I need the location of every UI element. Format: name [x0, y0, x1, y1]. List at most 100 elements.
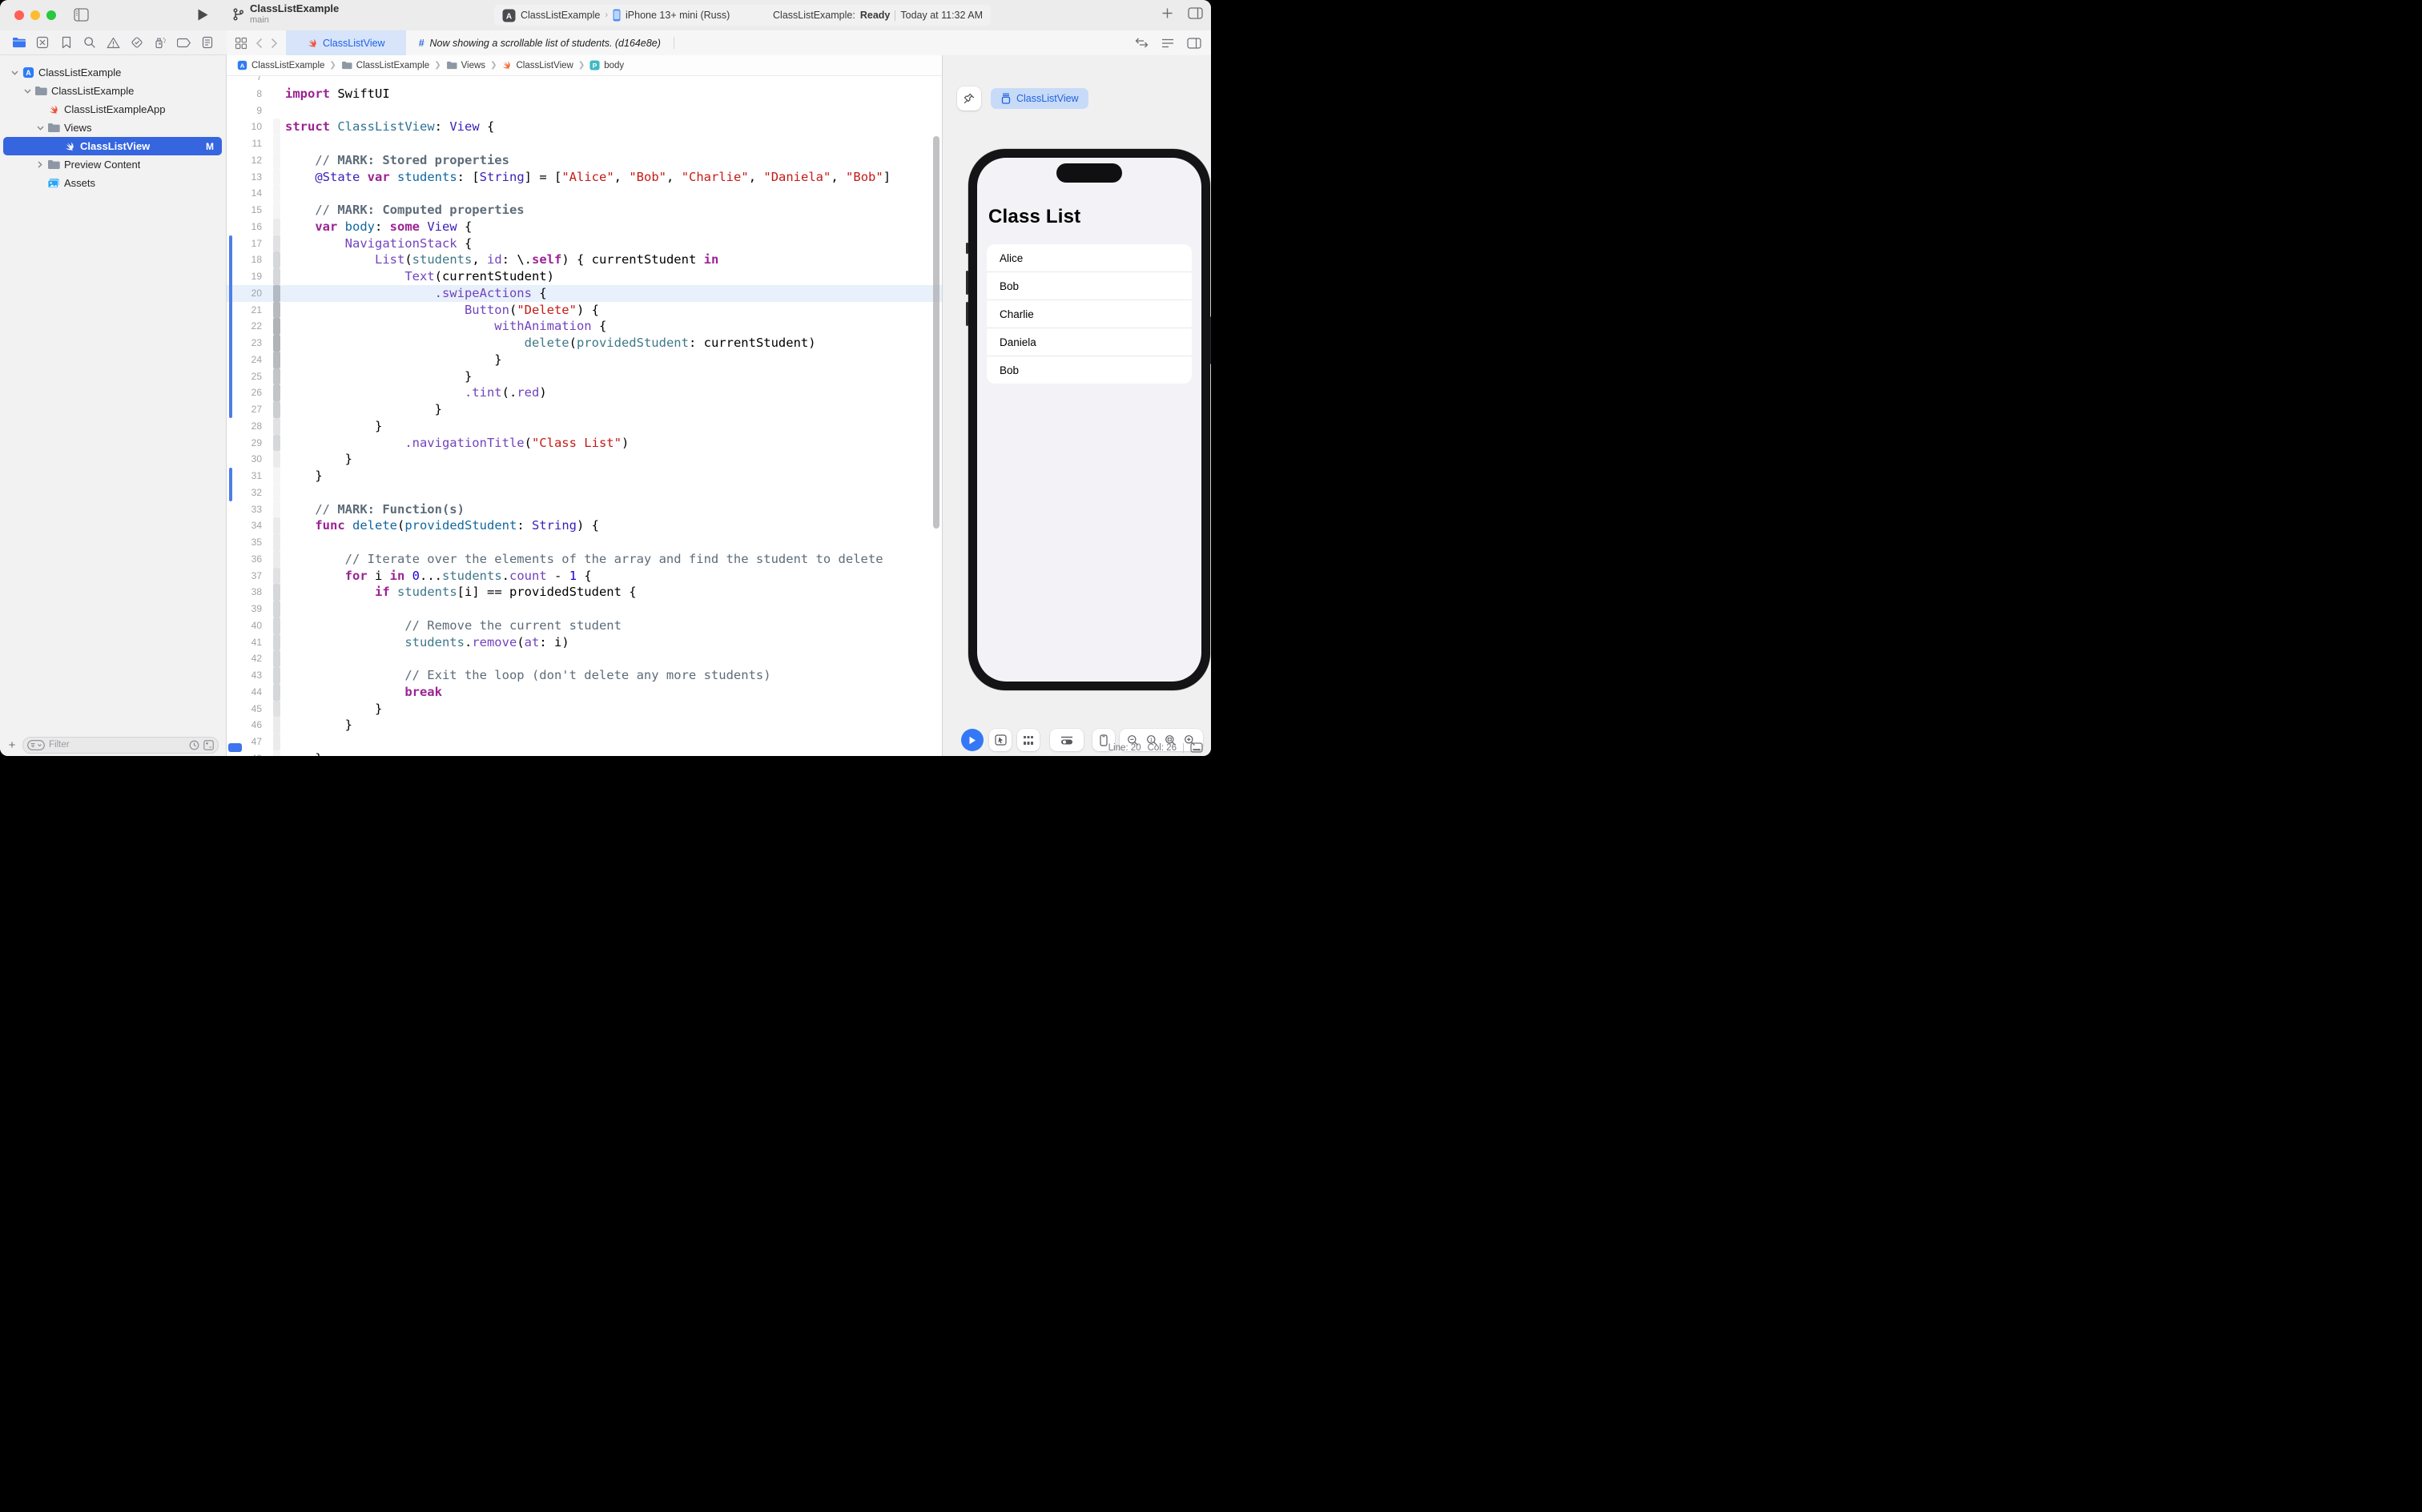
fold-ribbon[interactable]	[273, 517, 280, 534]
changes-filter-icon[interactable]	[203, 740, 214, 750]
line-number[interactable]: 9	[227, 103, 267, 119]
line-number[interactable]: 40	[227, 617, 267, 634]
sidebar-toggle-icon[interactable]	[74, 8, 89, 22]
source-change-bar[interactable]	[229, 468, 232, 501]
breadcrumb-project[interactable]: AClassListExample	[237, 60, 324, 70]
code-line-15[interactable]: 15 // MARK: Computed properties	[227, 202, 942, 219]
student-row[interactable]: Daniela	[987, 328, 1192, 356]
line-number[interactable]: 34	[227, 517, 267, 534]
file-tree-item-assets[interactable]: Assets	[0, 174, 225, 192]
breakpoints-navigator-icon[interactable]	[176, 34, 192, 50]
line-number[interactable]: 23	[227, 335, 267, 352]
student-row[interactable]: Bob	[987, 271, 1192, 300]
line-number[interactable]: 36	[227, 551, 267, 568]
code-line-32[interactable]: 32	[227, 485, 942, 501]
code-line-25[interactable]: 25 }	[227, 368, 942, 385]
fold-ribbon[interactable]	[273, 468, 280, 485]
code-line-36[interactable]: 36 // Iterate over the elements of the a…	[227, 551, 942, 568]
display-icon[interactable]	[1190, 742, 1203, 753]
breadcrumb-file[interactable]: ClassListView	[501, 60, 573, 70]
scheme-name[interactable]: ClassListExample	[521, 10, 600, 21]
tests-navigator-icon[interactable]	[129, 34, 145, 50]
code-line-38[interactable]: 38 if students[i] == providedStudent {	[227, 584, 942, 601]
line-number[interactable]: 7	[227, 76, 267, 86]
file-tree-item-views[interactable]: Views	[0, 119, 225, 137]
editor-scrollbar[interactable]	[933, 136, 939, 529]
code-line-47[interactable]: 47	[227, 734, 942, 750]
fold-ribbon[interactable]	[273, 601, 280, 617]
line-number[interactable]: 44	[227, 684, 267, 701]
code-line-14[interactable]: 14	[227, 185, 942, 202]
file-tree-item-preview-content[interactable]: Preview Content	[0, 155, 225, 174]
line-number[interactable]: 27	[227, 401, 267, 418]
chevron-right-icon[interactable]	[34, 161, 46, 168]
add-library-icon[interactable]	[1161, 7, 1173, 19]
fold-ribbon[interactable]	[273, 152, 280, 169]
code-line-19[interactable]: 19 Text(currentStudent)	[227, 268, 942, 285]
chevron-down-icon[interactable]	[21, 89, 34, 94]
code-line-42[interactable]: 42	[227, 650, 942, 667]
target-app-icon[interactable]: A	[502, 9, 516, 22]
fold-ribbon[interactable]	[273, 584, 280, 601]
fold-ribbon[interactable]	[273, 650, 280, 667]
code-line-43[interactable]: 43 // Exit the loop (don't delete any mo…	[227, 667, 942, 684]
fold-ribbon[interactable]	[273, 485, 280, 501]
code-line-27[interactable]: 27 }	[227, 401, 942, 418]
add-file-button[interactable]: +	[6, 738, 18, 752]
breadcrumb-views[interactable]: Views	[446, 61, 485, 70]
fold-ribbon[interactable]	[273, 634, 280, 651]
chevron-down-icon[interactable]	[34, 126, 46, 131]
line-number[interactable]: 24	[227, 352, 267, 368]
fold-ribbon[interactable]	[273, 86, 280, 103]
line-number[interactable]: 33	[227, 501, 267, 518]
forward-icon[interactable]	[271, 38, 278, 49]
line-number[interactable]: 15	[227, 202, 267, 219]
pin-preview-button[interactable]	[957, 86, 981, 111]
file-tree-item-classlistexampleapp[interactable]: ClassListExampleApp	[0, 100, 225, 119]
fold-ribbon[interactable]	[273, 750, 280, 756]
code-line-28[interactable]: 28 }	[227, 418, 942, 435]
line-number[interactable]: 16	[227, 219, 267, 235]
fold-ribbon[interactable]	[273, 435, 280, 452]
run-destination[interactable]: iPhone 13+ mini (Russ)	[626, 10, 730, 21]
line-number[interactable]: 8	[227, 86, 267, 103]
recent-clock-icon[interactable]	[189, 740, 199, 750]
line-number[interactable]: 25	[227, 368, 267, 385]
fold-ribbon[interactable]	[273, 667, 280, 684]
fold-ribbon[interactable]	[273, 734, 280, 750]
line-number[interactable]: 38	[227, 584, 267, 601]
fold-ribbon[interactable]	[273, 418, 280, 435]
fold-ribbon[interactable]	[273, 135, 280, 152]
line-number[interactable]: 35	[227, 534, 267, 551]
fold-ribbon[interactable]	[273, 451, 280, 468]
line-number[interactable]: 46	[227, 717, 267, 734]
code-line-21[interactable]: 21 Button("Delete") {	[227, 302, 942, 319]
code-line-11[interactable]: 11	[227, 135, 942, 152]
inspector-toggle-icon[interactable]	[1188, 7, 1203, 19]
fold-ribbon[interactable]	[273, 169, 280, 186]
line-number[interactable]: 41	[227, 634, 267, 651]
fold-ribbon[interactable]	[273, 384, 280, 401]
fold-ribbon[interactable]	[273, 302, 280, 319]
line-number[interactable]: 10	[227, 119, 267, 135]
code-line-37[interactable]: 37 for i in 0...students.count - 1 {	[227, 568, 942, 585]
line-number[interactable]: 37	[227, 568, 267, 585]
code-review-icon[interactable]	[1135, 38, 1149, 48]
filter-input[interactable]: Filter	[22, 737, 219, 754]
code-line-34[interactable]: 34 func delete(providedStudent: String) …	[227, 517, 942, 534]
fold-ribbon[interactable]	[273, 202, 280, 219]
line-number[interactable]: 28	[227, 418, 267, 435]
fold-ribbon[interactable]	[273, 368, 280, 385]
breadcrumb-symbol[interactable]: Pbody	[589, 60, 624, 70]
fold-ribbon[interactable]	[273, 268, 280, 285]
line-number[interactable]: 21	[227, 302, 267, 319]
code-line-40[interactable]: 40 // Remove the current student	[227, 617, 942, 634]
line-number[interactable]: 20	[227, 285, 267, 302]
code-line-26[interactable]: 26 .tint(.red)	[227, 384, 942, 401]
reports-navigator-icon[interactable]	[199, 34, 215, 50]
chevron-down-icon[interactable]	[8, 70, 21, 75]
bookmarks-navigator-icon[interactable]	[58, 34, 74, 50]
code-line-41[interactable]: 41 students.remove(at: i)	[227, 634, 942, 651]
line-number[interactable]: 26	[227, 384, 267, 401]
fold-ribbon[interactable]	[273, 285, 280, 302]
